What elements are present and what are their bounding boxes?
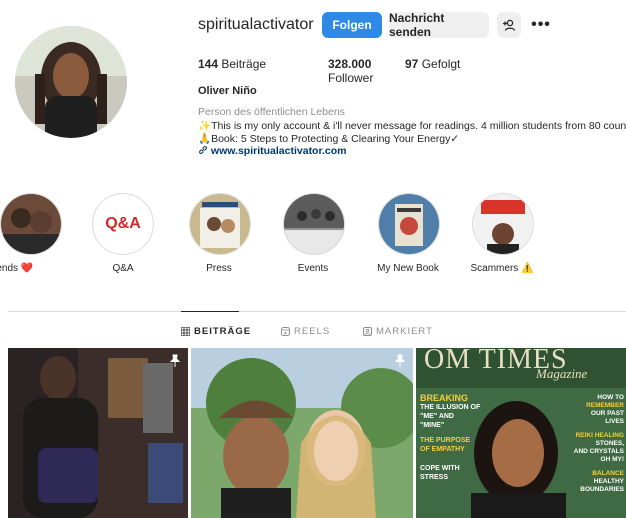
tab-posts[interactable]: BEITRÄGE	[181, 326, 251, 337]
tab-tagged[interactable]: MARKIERT	[363, 326, 433, 337]
more-options-button[interactable]: •••	[530, 12, 552, 38]
profile-avatar[interactable]	[15, 26, 127, 138]
highlight-friends-cover	[1, 194, 61, 254]
highlight-press-cover	[190, 194, 250, 254]
tabs-divider	[8, 311, 626, 312]
profile-stats: 144 Beiträge 328.000 Follower 97 Gefolgt	[198, 57, 460, 85]
highlight-book-cover	[379, 194, 439, 254]
sparkle-icon: ✨	[198, 120, 212, 132]
followers-label: Follower	[328, 71, 374, 85]
followers-stat[interactable]: 328.000 Follower	[328, 57, 405, 85]
follow-button[interactable]: Folgen	[322, 12, 382, 38]
avatar-image	[15, 26, 127, 138]
highlight-label-press: Press	[206, 263, 232, 274]
active-tab-indicator	[181, 311, 239, 312]
posts-stat[interactable]: 144 Beiträge	[198, 57, 328, 85]
post-3[interactable]: OM TIMES Magazine BREAKING THE ILLUSION …	[416, 348, 626, 518]
magazine-subtitle: Magazine	[536, 366, 588, 381]
highlight-press[interactable]	[189, 193, 251, 255]
pinned-icon	[169, 354, 181, 367]
profile-full-name: Oliver Niño	[198, 85, 257, 97]
post-1[interactable]	[8, 348, 188, 518]
highlight-events-cover	[284, 194, 344, 254]
highlight-qa-cover: Q&A	[105, 215, 141, 232]
highlight-scammers[interactable]	[472, 193, 534, 255]
following-stat[interactable]: 97 Gefolgt	[405, 57, 460, 85]
bio-website-link[interactable]: www.spiritualactivator.com	[198, 145, 347, 157]
following-label: Gefolgt	[421, 57, 461, 71]
highlight-label-friends: Friends ❤️	[0, 263, 34, 274]
add-person-icon	[503, 19, 516, 31]
pray-icon: 🙏	[198, 133, 212, 145]
following-count: 97	[405, 57, 419, 71]
post-2[interactable]	[191, 348, 413, 518]
profile-category: Person des öffentlichen Lebens	[198, 106, 345, 118]
link-icon	[199, 146, 207, 154]
highlight-events[interactable]	[283, 193, 345, 255]
bio-line-1: ✨This is my only account & i'll never me…	[198, 120, 626, 132]
followers-count: 328.000	[328, 57, 372, 71]
highlight-scammers-cover	[473, 194, 533, 254]
profile-username: spiritualactivator	[198, 16, 314, 33]
highlight-friends[interactable]	[0, 193, 62, 255]
highlight-label-events: Events	[297, 263, 329, 274]
post-1-image	[8, 348, 188, 518]
magazine-cover-lines: BREAKING THE ILLUSION OF "ME" AND "MINE"…	[420, 393, 481, 482]
suggest-accounts-button[interactable]	[497, 12, 521, 38]
tab-reels[interactable]: REELS	[281, 326, 330, 337]
highlight-qa[interactable]: Q&A	[92, 193, 154, 255]
more-horizontal-icon: •••	[531, 16, 551, 33]
magazine-side-lines: HOW TO REMEMBER OUR PAST LIVES REIKI HEA…	[573, 394, 624, 493]
posts-label: Beiträge	[221, 57, 267, 71]
tab-posts-label: BEITRÄGE	[194, 326, 252, 337]
highlight-label-scammers: Scammers ⚠️	[470, 263, 534, 274]
highlight-label-qa: Q&A	[112, 263, 134, 274]
highlight-my-new-book[interactable]	[378, 193, 440, 255]
bio-line-2: 🙏Book: 5 Steps to Protecting & Clearing …	[198, 133, 460, 145]
tab-tagged-label: MARKIERT	[376, 326, 433, 337]
reels-icon	[281, 327, 290, 336]
posts-count: 144	[198, 57, 219, 71]
pinned-icon	[394, 354, 406, 367]
post-2-image	[191, 348, 413, 518]
message-button[interactable]: Nachricht senden	[389, 11, 489, 39]
tagged-icon	[363, 327, 372, 336]
grid-icon	[181, 327, 190, 336]
highlight-label-my-new-book: My New Book	[377, 263, 439, 274]
tab-reels-label: REELS	[294, 326, 331, 337]
